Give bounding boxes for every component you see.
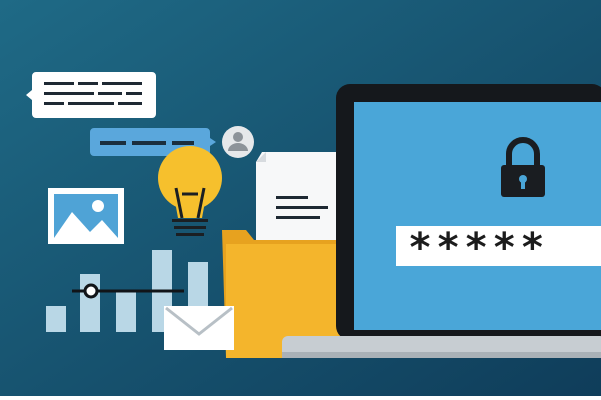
password-mask-text: ***** [408, 225, 548, 271]
password-field: ***** [396, 225, 601, 271]
envelope-icon [164, 306, 234, 350]
image-icon [48, 188, 124, 244]
bottom-white-strip [0, 396, 601, 400]
chat-bubble-icon [26, 72, 156, 118]
user-avatar-icon [222, 126, 254, 158]
security-illustration: ***** [0, 0, 601, 400]
document-icon [256, 152, 336, 248]
laptop-screen [354, 102, 601, 330]
